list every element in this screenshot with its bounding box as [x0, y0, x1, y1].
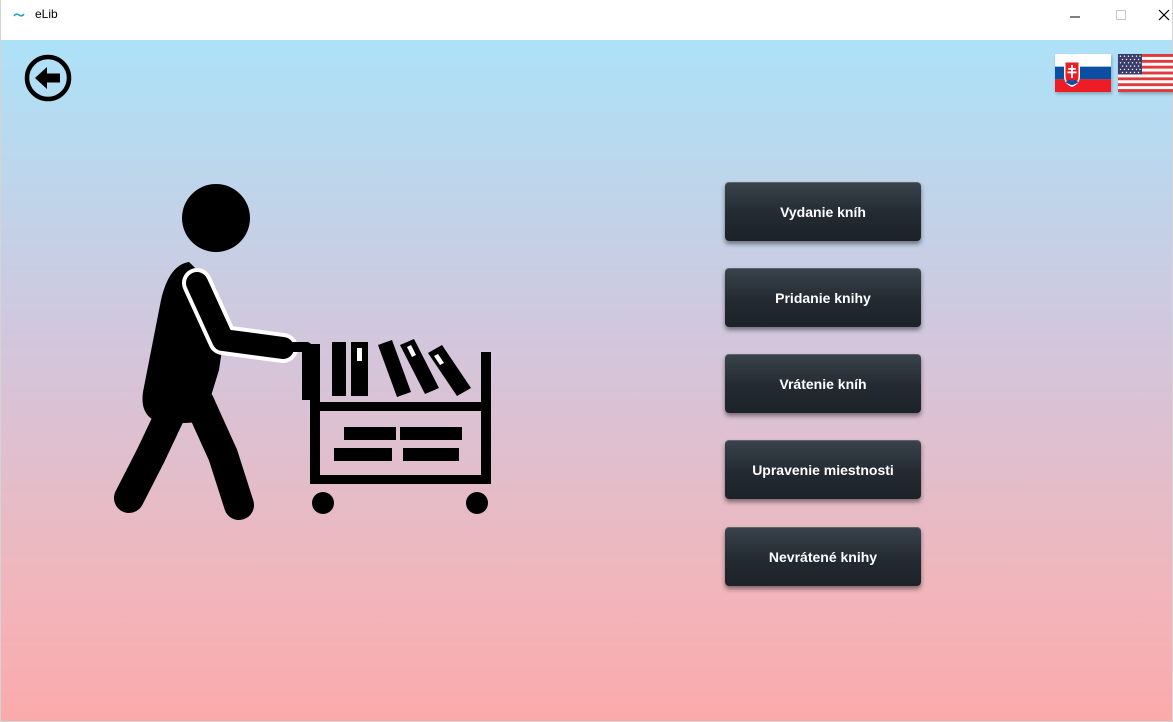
window-title: eLib	[35, 7, 58, 21]
maximize-button[interactable]	[1098, 0, 1144, 30]
issue-books-button[interactable]: Vydanie kníh	[725, 182, 921, 241]
title-bar: eLib	[1, 0, 1172, 30]
edit-rooms-button[interactable]: Upravenie miestnosti	[725, 440, 921, 499]
close-icon	[1158, 9, 1170, 21]
main-content: Vydanie kníh Pridanie knihy Vrátenie kní…	[1, 40, 1173, 721]
minimize-button[interactable]	[1052, 0, 1098, 30]
back-button[interactable]	[23, 53, 73, 103]
language-english-button[interactable]	[1118, 54, 1173, 92]
maximize-icon	[1116, 10, 1126, 20]
app-icon	[13, 13, 25, 17]
return-books-button[interactable]: Vrátenie kníh	[725, 354, 921, 413]
add-book-button[interactable]: Pridanie knihy	[725, 268, 921, 327]
app-window: eLib Vydanie kníh Pridanie knihy Vráteni…	[0, 0, 1173, 722]
language-slovak-button[interactable]	[1055, 54, 1111, 92]
arrow-left-circle-icon	[24, 54, 72, 102]
usa-flag-icon	[1118, 54, 1173, 92]
unreturned-books-button[interactable]: Nevrátené knihy	[725, 527, 921, 586]
minimize-icon	[1070, 16, 1080, 18]
person-pushing-book-cart-icon	[114, 184, 491, 520]
slovakia-flag-icon	[1055, 54, 1111, 92]
close-button[interactable]	[1141, 0, 1173, 30]
